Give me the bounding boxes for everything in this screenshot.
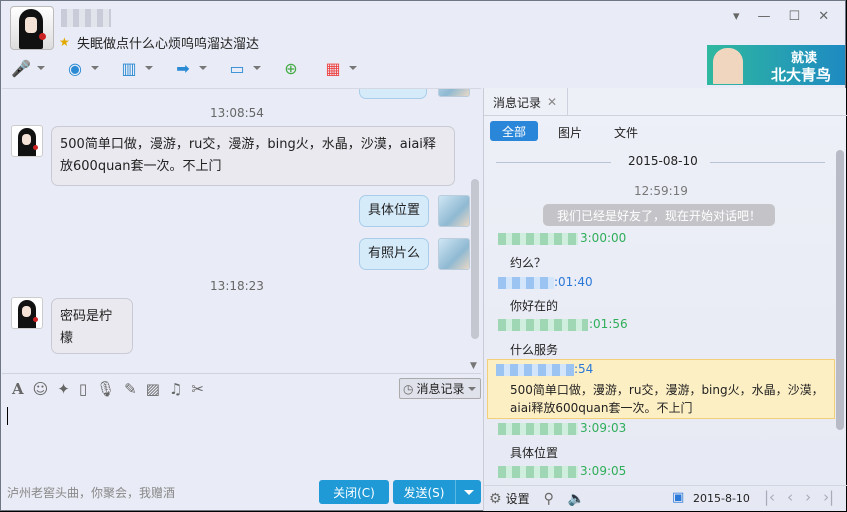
minimize-icon[interactable]: —	[758, 9, 771, 24]
add-chat-icon[interactable]: ⊕	[279, 57, 303, 79]
entry-time: 3:00:00	[580, 231, 627, 245]
message-bubble-outgoing: 有照片么	[359, 238, 430, 270]
highlighted-entry: :54 500简单口做，漫游，ru交，漫游，bing火，水晶，沙漠，aiai释放…	[487, 359, 835, 419]
next-page-icon[interactable]: ›	[805, 488, 811, 506]
last-page-icon[interactable]: ›|	[823, 488, 834, 506]
history-time: 12:59:19	[634, 184, 688, 198]
apps-icon[interactable]: ▦	[321, 57, 345, 79]
file-transfer-icon[interactable]: ➡	[171, 57, 195, 79]
scissors-icon[interactable]: ✂	[191, 380, 204, 398]
shake-icon[interactable]: ▯	[79, 380, 87, 398]
history-scrollbar[interactable]	[836, 150, 844, 430]
timestamp: 13:18:23	[210, 279, 264, 293]
message-input[interactable]	[2, 401, 481, 477]
gear-icon[interactable]: ⚙	[489, 491, 502, 507]
entry-text: 什么服务	[510, 343, 559, 357]
entry-text: 约么？	[510, 256, 547, 270]
contact-name	[61, 9, 111, 27]
search-icon[interactable]: ⚲	[544, 491, 554, 507]
clock-icon: ◷	[403, 381, 414, 396]
contact-avatar[interactable]	[10, 6, 54, 50]
my-avatar	[438, 238, 470, 270]
entry-time: :01:40	[554, 275, 593, 289]
footer-ad-link[interactable]: 泸州老窖头曲，你聚会，我赠酒	[7, 484, 175, 501]
close-icon[interactable]: ✕	[818, 9, 829, 24]
timestamp: 13:08:54	[210, 106, 264, 120]
dropdown-icon[interactable]: ▾	[733, 9, 740, 24]
edit-icon[interactable]: ✎	[124, 380, 137, 398]
calendar-icon[interactable]: ▣	[672, 490, 684, 505]
system-message: 我们已经是好友了，现在开始对话吧！	[543, 204, 775, 226]
message-bubble-outgoing: 具体位置	[359, 195, 430, 227]
history-panel: 消息记录 ✕ 全部 图片 文件 2015-08-10 12:59:19 我们已经…	[483, 88, 847, 511]
chat-window: ★ 失眠做点什么心烦呜呜溜达溜达 ▾ — ☐ ✕ 就读 北大青鸟 🎤 ◉ ▥ ➡…	[0, 0, 847, 511]
first-page-icon[interactable]: |‹	[764, 488, 775, 506]
voice-icon[interactable]: 🎤	[9, 57, 33, 79]
close-button[interactable]: 关闭(C)	[319, 480, 389, 504]
scroll-down-icon[interactable]: ▼	[470, 361, 477, 371]
message-list: 13:08:54 500简单口做，漫游，ru交，漫游，bing火，水晶，沙漠，a…	[2, 88, 481, 374]
tab-history[interactable]: 消息记录 ✕	[484, 88, 568, 116]
maximize-icon[interactable]: ☐	[789, 9, 801, 24]
my-avatar	[438, 195, 470, 227]
emoji-icon[interactable]: ☺	[33, 380, 49, 398]
send-button[interactable]: 发送(S)	[393, 480, 455, 504]
send-options-button[interactable]	[455, 480, 481, 504]
filter-all[interactable]: 全部	[490, 121, 538, 141]
entry-text: 你好在的	[510, 299, 559, 313]
scrollbar[interactable]	[471, 179, 479, 339]
entry-time: :01:56	[589, 317, 628, 331]
message-bubble-incoming: 密码是柠檬	[51, 298, 133, 354]
music-icon[interactable]: ♫	[169, 380, 182, 398]
filter-images[interactable]: 图片	[558, 124, 582, 141]
prev-page-icon[interactable]: ‹	[787, 488, 793, 506]
contact-avatar-small	[11, 125, 43, 157]
mic-icon[interactable]: 🎙	[96, 380, 115, 398]
speaker-icon[interactable]: 🔈	[568, 491, 585, 507]
contact-signature: 失眠做点什么心烦呜呜溜达溜达	[77, 37, 260, 52]
message-bubble-incoming: 500简单口做，漫游，ru交，漫游，bing火，水晶，沙漠，aiai释放600q…	[51, 126, 455, 186]
contact-avatar-small	[11, 297, 43, 329]
settings-button[interactable]: 设置	[506, 490, 530, 507]
entry-text: 具体位置	[510, 446, 559, 460]
remote-desktop-icon[interactable]: ▭	[225, 57, 249, 79]
star-icon: ★	[59, 35, 70, 49]
history-button[interactable]: ◷ 消息记录	[399, 378, 481, 399]
ad-banner[interactable]: 就读 北大青鸟	[707, 45, 845, 85]
video-icon[interactable]: ◉	[63, 57, 87, 79]
screen-share-icon[interactable]: ▥	[117, 57, 141, 79]
footer-date: 2015-8-10	[693, 492, 750, 505]
entry-time: 3:09:03	[580, 421, 627, 435]
magic-icon[interactable]: ✦	[57, 380, 70, 398]
font-icon[interactable]: A	[12, 380, 24, 398]
entry-time: 3:09:05	[580, 464, 627, 478]
image-icon[interactable]: ▨	[146, 380, 160, 398]
history-date: 2015-08-10	[628, 154, 698, 168]
close-tab-icon[interactable]: ✕	[547, 95, 557, 109]
filter-files[interactable]: 文件	[614, 124, 638, 141]
